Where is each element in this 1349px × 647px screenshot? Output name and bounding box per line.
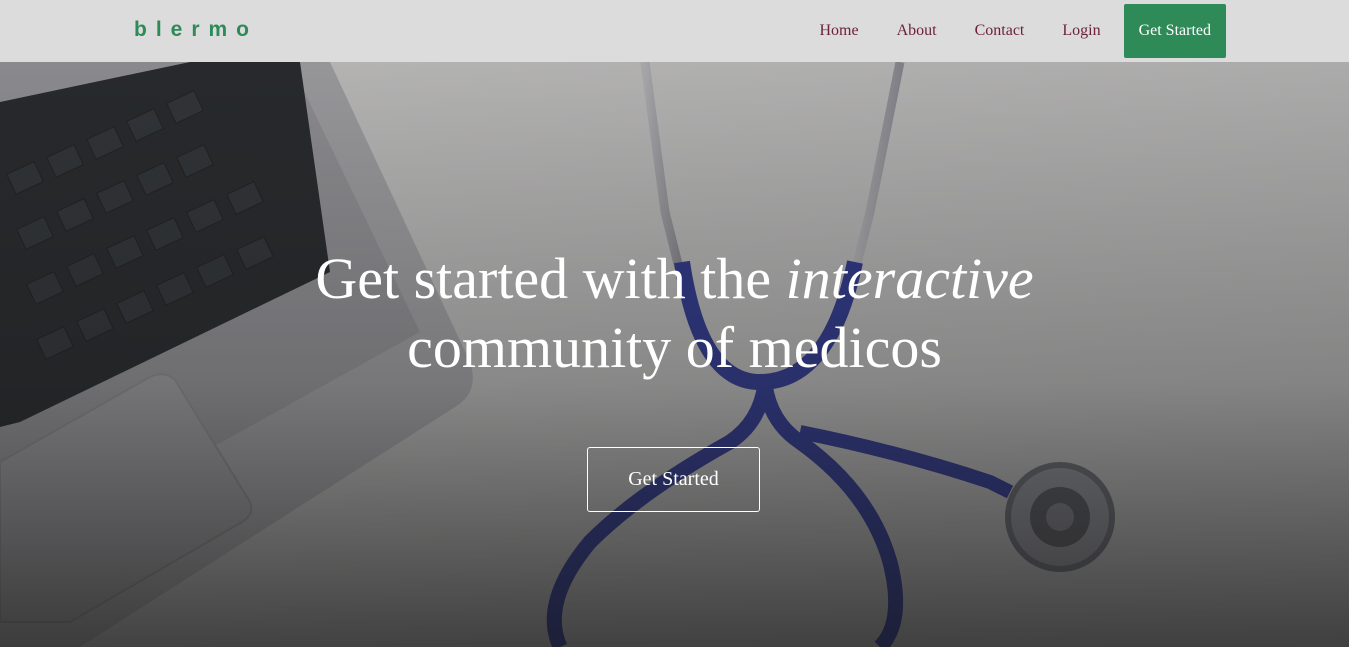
brand-logo[interactable]: blermo [134, 18, 258, 42]
headline-text-end: community of medicos [407, 315, 942, 380]
nav-link-about[interactable]: About [897, 22, 937, 40]
hero-headline: Get started with the interactive communi… [0, 244, 1349, 382]
nav-link-contact[interactable]: Contact [975, 22, 1025, 40]
top-navbar: blermo Home About Contact Login Get Star… [0, 0, 1349, 62]
hero-get-started-button[interactable]: Get Started [587, 447, 760, 512]
nav-link-login[interactable]: Login [1062, 22, 1100, 40]
nav-link-home[interactable]: Home [819, 22, 858, 40]
headline-emphasis: interactive [785, 246, 1034, 311]
nav-get-started-button[interactable]: Get Started [1123, 4, 1226, 58]
hero-section: Get started with the interactive communi… [0, 62, 1349, 647]
nav-links: Home About Contact Login Get Started [819, 4, 1226, 58]
headline-text-start: Get started with the [315, 246, 786, 311]
